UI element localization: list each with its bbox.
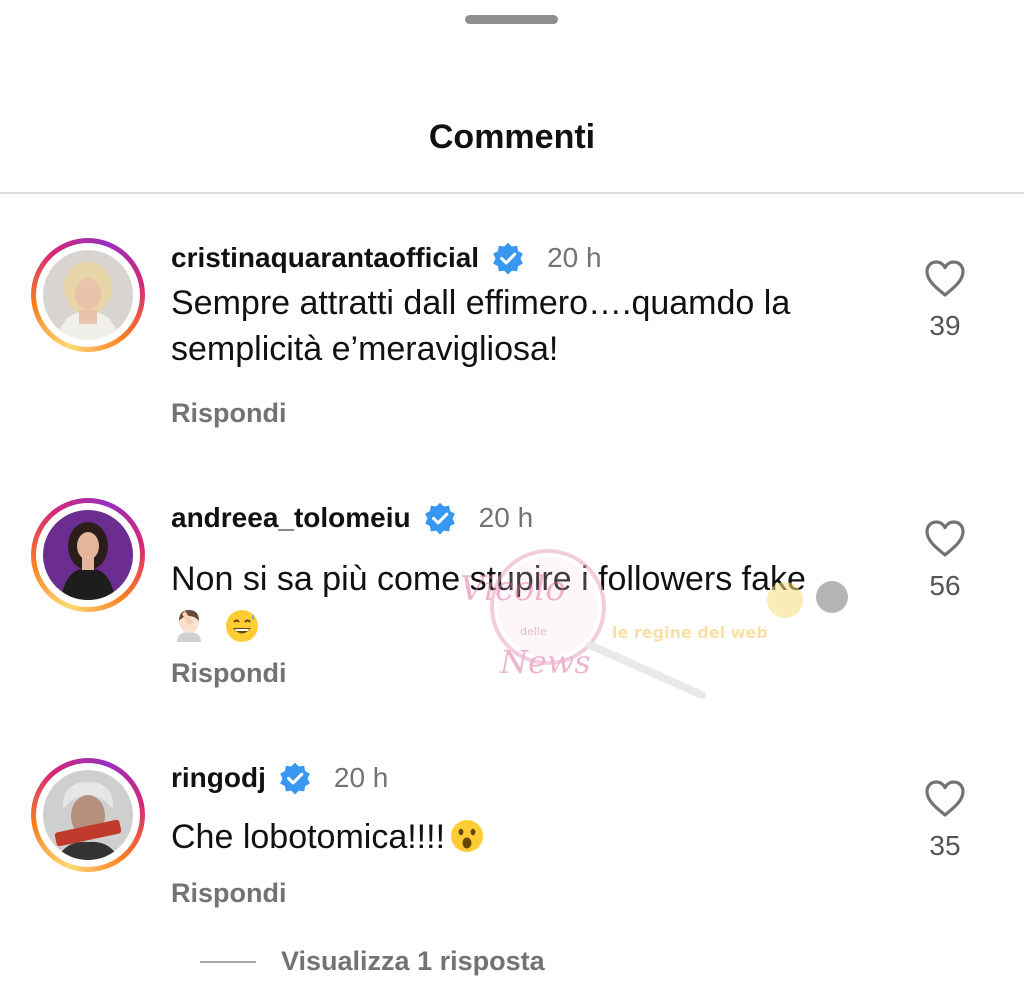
comment-time: 20 h xyxy=(547,242,602,273)
comment-text: Non si sa più come stupire i followers f… xyxy=(171,556,871,650)
comment-text-line: Non si sa più come stupire i followers f… xyxy=(171,560,806,598)
verified-badge-icon xyxy=(280,762,310,795)
comment-text-line: Sempre attratti dall effimero….quamdo la xyxy=(171,284,791,322)
reply-button[interactable]: Rispondi xyxy=(171,878,287,909)
avatar[interactable] xyxy=(31,498,145,612)
comment-header: ringodj 20 h xyxy=(171,758,388,798)
like-count: 56 xyxy=(929,570,961,601)
facepalm-emoji-icon xyxy=(177,610,201,642)
like-count: 35 xyxy=(929,830,961,861)
like-control: 35 xyxy=(920,778,970,862)
comment-text-line: semplicità e’meravigliosa! xyxy=(171,330,559,368)
verified-badge-icon xyxy=(424,502,455,535)
page-title: Commenti xyxy=(428,118,596,156)
view-replies-label: Visualizza 1 risposta xyxy=(281,946,545,976)
comment-text: Sempre attratti dall effimero….quamdo la… xyxy=(171,280,871,372)
heart-icon[interactable] xyxy=(923,778,967,818)
username[interactable]: cristinaquarantaofficial xyxy=(171,242,479,274)
comment-text: Che lobotomica!!!! xyxy=(171,814,871,860)
sweat-smile-emoji-icon xyxy=(226,610,259,642)
avatar[interactable] xyxy=(31,238,145,352)
reply-button[interactable]: Rispondi xyxy=(171,398,287,429)
reply-button[interactable]: Rispondi xyxy=(171,658,287,689)
comment-time: 20 h xyxy=(333,762,389,793)
header-divider xyxy=(0,192,1024,194)
comment-header: andreea_tolomeiu 20 h xyxy=(171,498,533,538)
heart-icon[interactable] xyxy=(923,518,967,558)
like-control: 56 xyxy=(920,518,970,602)
view-replies-button[interactable]: Visualizza 1 risposta xyxy=(200,946,545,977)
like-control: 39 xyxy=(920,258,970,342)
verified-badge-icon xyxy=(493,242,523,275)
like-count: 39 xyxy=(929,310,961,341)
astonished-emoji-icon xyxy=(451,820,484,852)
comment-item: cristinaquarantaofficial 20 h Sempre att… xyxy=(0,238,1024,478)
comment-header: cristinaquarantaofficial 20 h xyxy=(171,238,602,278)
username[interactable]: ringodj xyxy=(171,762,266,794)
heart-icon[interactable] xyxy=(923,258,967,298)
comment-text-line: Che lobotomica!!!! xyxy=(171,818,446,856)
view-replies-line xyxy=(200,960,256,963)
drag-handle[interactable] xyxy=(465,15,558,24)
comment-item: andreea_tolomeiu 20 h Non si sa più come… xyxy=(0,498,1024,738)
comment-time: 20 h xyxy=(478,502,534,533)
avatar[interactable] xyxy=(31,758,145,872)
comment-emojis xyxy=(171,604,871,650)
username[interactable]: andreea_tolomeiu xyxy=(171,502,411,534)
